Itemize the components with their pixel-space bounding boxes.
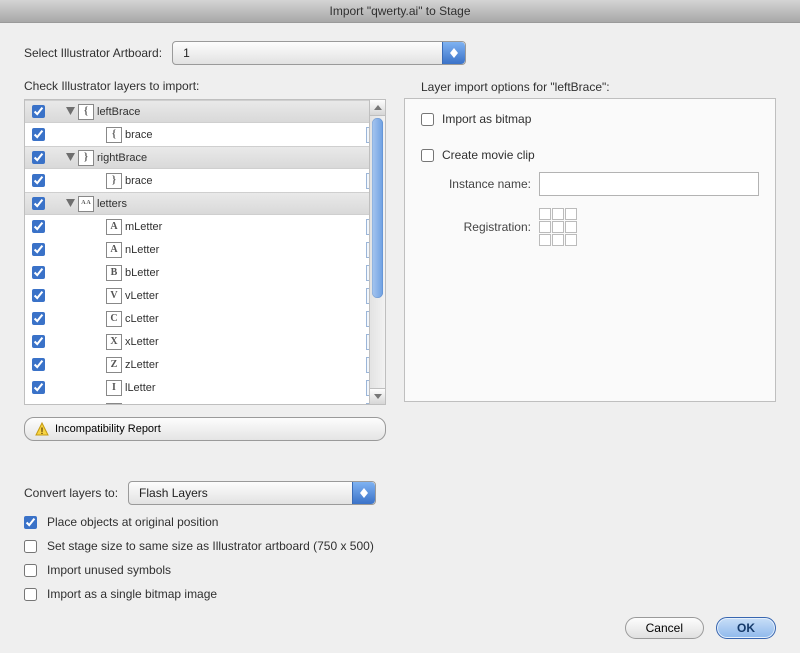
artboard-value: 1 <box>183 46 190 60</box>
import-single-label: Import as a single bitmap image <box>47 587 217 601</box>
path-icon: { <box>77 104 95 120</box>
path-icon: B <box>105 265 123 281</box>
layer-label: nLetter <box>123 244 363 256</box>
tree-row[interactable]: IlLetter <box>25 376 385 399</box>
layer-checkbox[interactable] <box>32 197 45 210</box>
layer-label: mLetter <box>123 221 363 233</box>
path-icon: A A <box>77 196 95 212</box>
path-icon: } <box>105 173 123 189</box>
tree-row[interactable]: XxLetter <box>25 330 385 353</box>
layer-label: brace <box>123 175 363 187</box>
import-unused-checkbox[interactable] <box>24 564 37 577</box>
layer-checkbox[interactable] <box>32 128 45 141</box>
tree-row[interactable]: AmLetter <box>25 215 385 238</box>
set-stage-checkbox[interactable] <box>24 540 37 553</box>
layer-checkbox[interactable] <box>32 266 45 279</box>
convert-label: Convert layers to: <box>24 486 118 500</box>
layer-tree[interactable]: {leftBrace{brace}rightBrace}braceA Alett… <box>24 99 386 405</box>
layer-label: bLetter <box>123 267 363 279</box>
tree-row[interactable]: BbLetter <box>25 261 385 284</box>
incompatibility-report-button[interactable]: ! Incompatibility Report <box>24 417 386 441</box>
layers-label: Check Illustrator layers to import: <box>24 79 386 93</box>
path-icon: C <box>105 311 123 327</box>
scroll-down-icon[interactable] <box>370 388 385 404</box>
tree-row[interactable]: }brace <box>25 169 385 192</box>
path-icon: Z <box>105 357 123 373</box>
layer-label: xLetter <box>123 336 363 348</box>
artboard-select[interactable]: 1 <box>172 41 466 65</box>
disclosure-triangle-icon[interactable] <box>63 107 77 116</box>
tree-row[interactable]: KkLetter <box>25 399 385 404</box>
layer-checkbox[interactable] <box>32 289 45 302</box>
tree-row[interactable]: {brace <box>25 123 385 146</box>
scroll-up-icon[interactable] <box>370 100 385 116</box>
layer-checkbox[interactable] <box>32 335 45 348</box>
layer-checkbox[interactable] <box>32 105 45 118</box>
instance-name-label: Instance name: <box>421 177 531 191</box>
cancel-button[interactable]: Cancel <box>625 617 704 639</box>
create-clip-checkbox[interactable] <box>421 149 434 162</box>
chevron-updown-icon <box>352 482 375 504</box>
path-icon: A <box>105 242 123 258</box>
layer-label: letters <box>95 198 363 210</box>
tree-row[interactable]: ZzLetter <box>25 353 385 376</box>
tree-row[interactable]: A Aletters <box>25 192 385 215</box>
place-original-checkbox[interactable] <box>24 516 37 529</box>
artboard-label: Select Illustrator Artboard: <box>24 46 162 60</box>
layer-label: cLetter <box>123 313 363 325</box>
import-unused-label: Import unused symbols <box>47 563 171 577</box>
warning-icon: ! <box>35 422 49 436</box>
path-icon: I <box>105 380 123 396</box>
disclosure-triangle-icon[interactable] <box>63 199 77 208</box>
import-single-checkbox[interactable] <box>24 588 37 601</box>
layer-checkbox[interactable] <box>32 381 45 394</box>
place-original-label: Place objects at original position <box>47 515 218 529</box>
instance-name-input[interactable] <box>539 172 759 196</box>
layer-label: brace <box>123 129 363 141</box>
tree-row[interactable]: CcLetter <box>25 307 385 330</box>
layer-checkbox[interactable] <box>32 312 45 325</box>
svg-text:!: ! <box>41 426 44 436</box>
layer-checkbox[interactable] <box>32 174 45 187</box>
options-heading: Layer import options for "leftBrace": <box>421 80 759 94</box>
chevron-updown-icon <box>442 42 465 64</box>
layer-label: vLetter <box>123 290 363 302</box>
layer-label: rightBrace <box>95 152 363 164</box>
import-bitmap-checkbox[interactable] <box>421 113 434 126</box>
registration-grid[interactable] <box>539 208 577 246</box>
scrollbar[interactable] <box>369 100 385 404</box>
path-icon: X <box>105 334 123 350</box>
path-icon: { <box>105 127 123 143</box>
layer-checkbox[interactable] <box>32 151 45 164</box>
import-bitmap-label: Import as bitmap <box>442 112 531 126</box>
incompat-label: Incompatibility Report <box>55 423 161 435</box>
path-icon: K <box>105 403 123 405</box>
tree-row[interactable]: AnLetter <box>25 238 385 261</box>
layer-checkbox[interactable] <box>32 220 45 233</box>
layer-label: leftBrace <box>95 106 363 118</box>
create-clip-label: Create movie clip <box>442 148 535 162</box>
tree-row[interactable]: {leftBrace <box>25 100 385 123</box>
titlebar: Import "qwerty.ai" to Stage <box>0 0 800 23</box>
tree-row[interactable]: VvLetter <box>25 284 385 307</box>
convert-value: Flash Layers <box>139 486 208 500</box>
scroll-thumb[interactable] <box>372 118 383 298</box>
path-icon: V <box>105 288 123 304</box>
disclosure-triangle-icon[interactable] <box>63 153 77 162</box>
layer-label: zLetter <box>123 359 363 371</box>
convert-select[interactable]: Flash Layers <box>128 481 376 505</box>
path-icon: } <box>77 150 95 166</box>
layer-label: lLetter <box>123 382 363 394</box>
ok-button[interactable]: OK <box>716 617 776 639</box>
path-icon: A <box>105 219 123 235</box>
set-stage-label: Set stage size to same size as Illustrat… <box>47 539 374 553</box>
registration-label: Registration: <box>421 220 531 234</box>
layer-checkbox[interactable] <box>32 243 45 256</box>
tree-row[interactable]: }rightBrace <box>25 146 385 169</box>
layer-checkbox[interactable] <box>32 358 45 371</box>
